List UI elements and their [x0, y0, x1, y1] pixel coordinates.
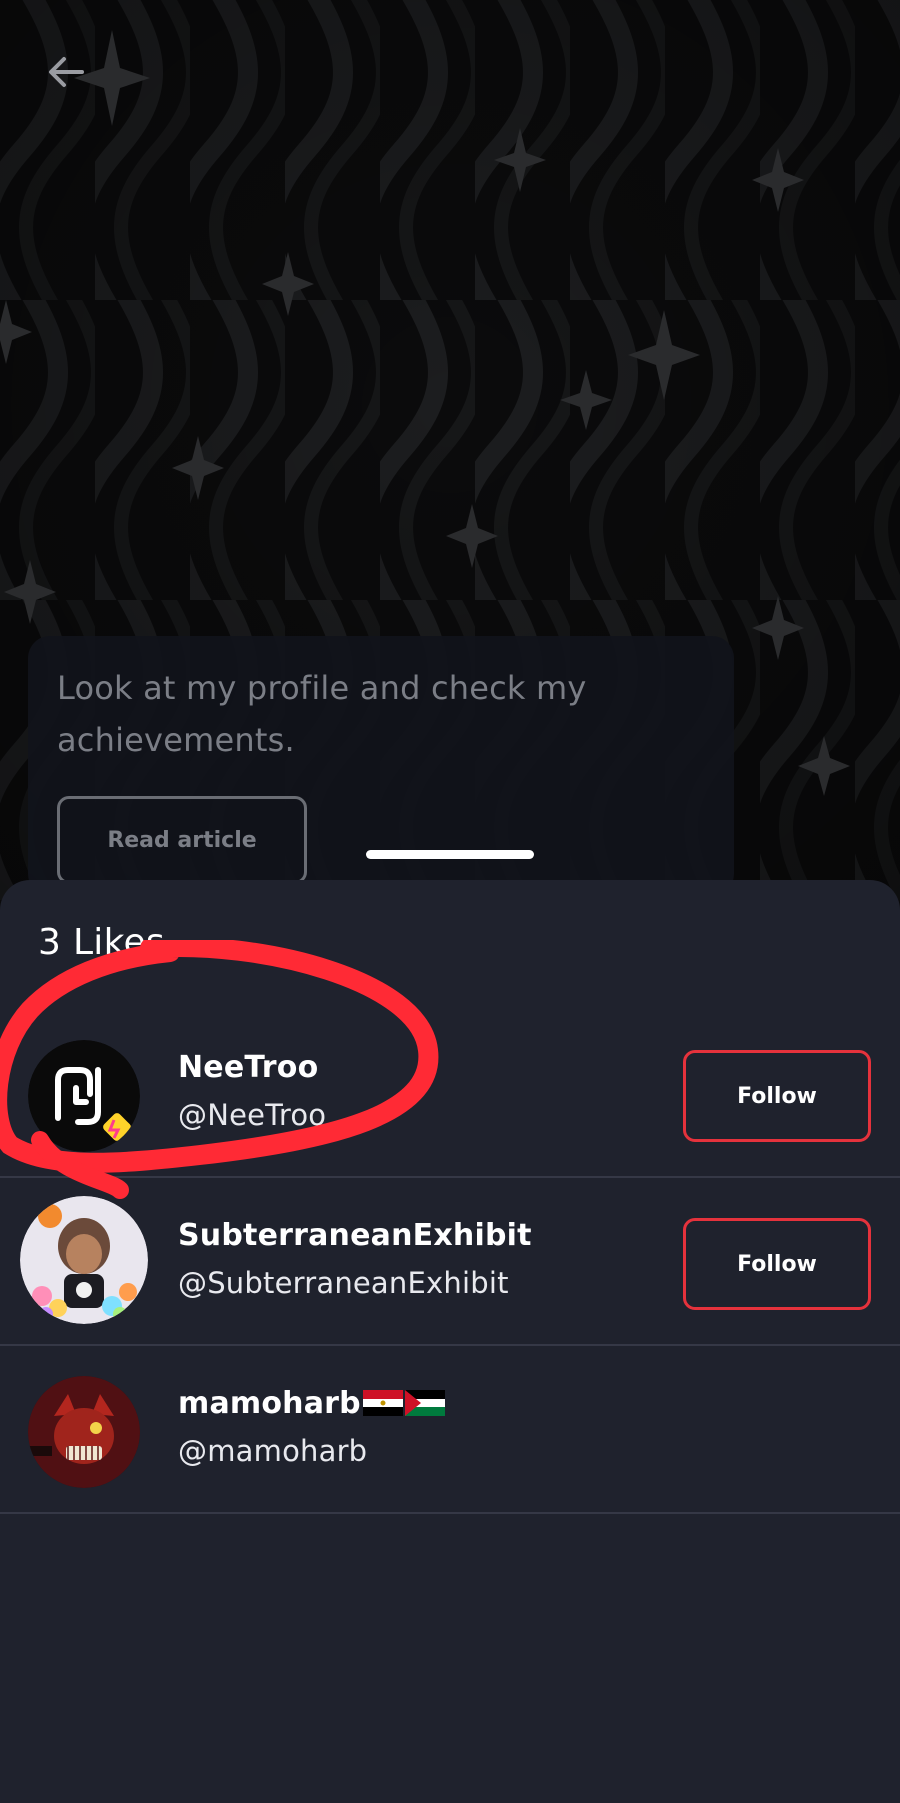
user-name[interactable]: NeeTroo — [178, 1050, 318, 1085]
red-animatronic-avatar — [28, 1376, 140, 1488]
user-name[interactable]: SubterraneanExhibit — [178, 1218, 532, 1253]
likes-count-title: 3 Likes — [38, 922, 165, 963]
egypt-flag-icon — [362, 1390, 403, 1416]
screen: Look at my profile and check my achievem… — [0, 0, 900, 1803]
avatar[interactable] — [20, 1196, 148, 1324]
avatar[interactable] — [28, 1376, 140, 1488]
character-with-flowers-avatar — [20, 1196, 148, 1324]
follow-button[interactable]: Follow — [683, 1218, 871, 1310]
user-handle: @SubterraneanExhibit — [178, 1266, 509, 1300]
like-row[interactable]: NeeTroo @NeeTroo Follow — [0, 1010, 900, 1178]
user-handle: @mamoharb — [178, 1434, 368, 1468]
palestine-flag-icon — [404, 1390, 445, 1416]
arrow-left-icon — [49, 57, 84, 87]
neetroo-logo-avatar — [28, 1040, 140, 1152]
carousel-indicator — [366, 850, 534, 859]
avatar[interactable] — [28, 1040, 140, 1152]
user-name[interactable]: mamoharb — [178, 1386, 445, 1421]
user-handle: @NeeTroo — [178, 1098, 327, 1132]
like-row[interactable]: SubterraneanExhibit @SubterraneanExhibit… — [0, 1178, 900, 1346]
read-article-button[interactable]: Read article — [57, 796, 307, 884]
user-name-text: mamoharb — [178, 1386, 361, 1421]
follow-button[interactable]: Follow — [683, 1050, 871, 1142]
likes-sheet: 3 Likes NeeTroo @NeeTroo Follow Subterra… — [0, 880, 900, 1803]
back-button[interactable] — [38, 44, 94, 100]
like-row[interactable]: mamoharb @mamoharb — [0, 1346, 900, 1514]
article-description: Look at my profile and check my achievem… — [57, 669, 587, 759]
